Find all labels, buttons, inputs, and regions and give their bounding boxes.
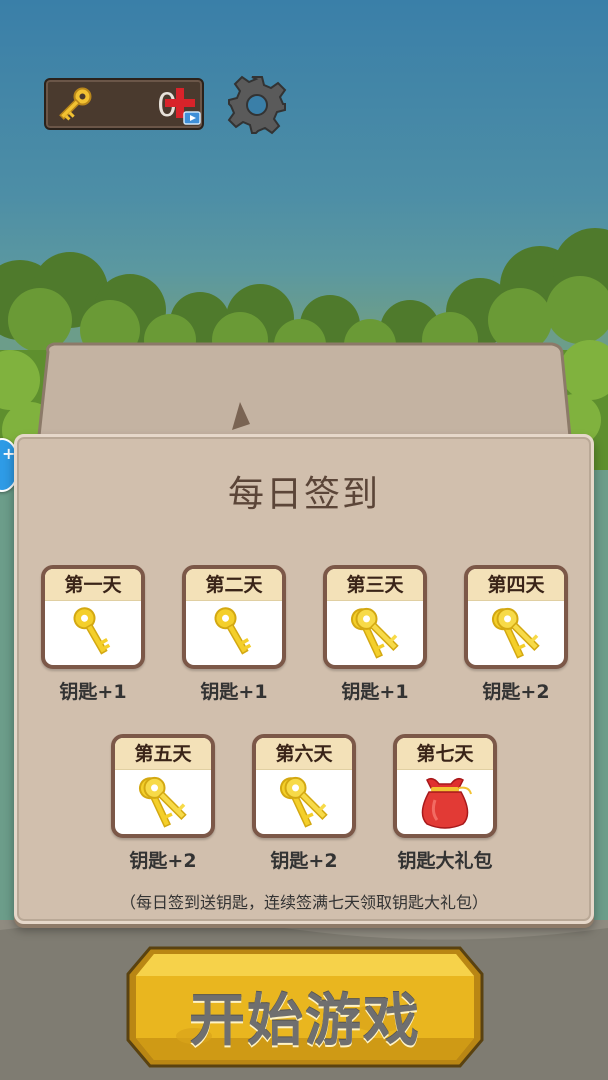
day-label: 第一天 bbox=[45, 569, 141, 601]
start-game-button[interactable]: 开始游戏 bbox=[124, 944, 486, 1070]
signin-footnote: （每日签到送钥匙，连续签满七天领取钥匙大礼包） bbox=[119, 893, 488, 912]
key-bunch-icon bbox=[350, 607, 399, 659]
day-label: 第三天 bbox=[327, 569, 423, 601]
day-reward: 钥匙+2 bbox=[129, 850, 197, 872]
day-label: 第七天 bbox=[397, 738, 493, 770]
plus-video-icon[interactable] bbox=[162, 84, 202, 126]
day-reward: 钥匙+2 bbox=[270, 850, 338, 872]
day-card-1[interactable]: 第一天 钥匙+1 bbox=[41, 565, 145, 704]
gear-icon[interactable] bbox=[226, 74, 288, 136]
key-counter: 0 bbox=[44, 78, 204, 130]
day-label: 第五天 bbox=[115, 738, 211, 770]
start-game-label: 开始游戏 bbox=[189, 989, 421, 1054]
day-card-7[interactable]: 第七天 钥匙大礼包 bbox=[393, 734, 497, 873]
day-reward: 钥匙大礼包 bbox=[397, 850, 493, 872]
day-reward: 钥匙+2 bbox=[482, 681, 550, 703]
key-icon bbox=[59, 87, 92, 121]
day-card-3[interactable]: 第三天 钥匙+1 bbox=[323, 565, 427, 704]
key-bunch-icon bbox=[279, 776, 328, 828]
day-reward: 钥匙+1 bbox=[59, 681, 127, 703]
day-card-2[interactable]: 第二天 钥匙+1 bbox=[182, 565, 286, 704]
single-key-icon bbox=[214, 607, 252, 655]
day-label: 第二天 bbox=[186, 569, 282, 601]
day-label: 第四天 bbox=[468, 569, 564, 601]
day-card-4[interactable]: 第四天 钥匙+2 bbox=[464, 565, 568, 704]
day-reward: 钥匙+1 bbox=[341, 681, 409, 703]
single-key-icon bbox=[73, 607, 111, 655]
day-reward: 钥匙+1 bbox=[200, 681, 268, 703]
day-card-6[interactable]: 第六天 钥匙+2 bbox=[252, 734, 356, 873]
key-bunch-icon bbox=[491, 607, 540, 659]
day-label: 第六天 bbox=[256, 738, 352, 770]
dialog-title: 每日签到 bbox=[227, 474, 380, 515]
red-gift-bag-icon bbox=[421, 777, 472, 829]
daily-signin-dialog: 每日签到 第一天 钥匙+1 第二天 钥匙+1 第三天 钥匙+1 第四天 钥匙+2… bbox=[14, 434, 594, 924]
key-bunch-icon bbox=[138, 776, 187, 828]
day-card-5[interactable]: 第五天 钥匙+2 bbox=[111, 734, 215, 873]
